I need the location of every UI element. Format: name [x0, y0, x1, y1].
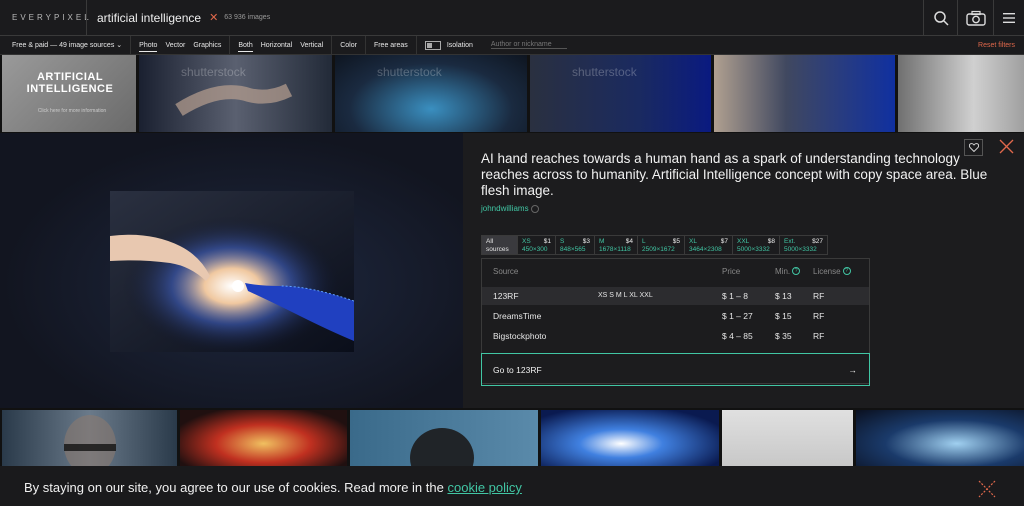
info-icon: [530, 204, 539, 213]
search-button[interactable]: [923, 0, 957, 36]
result-thumbnail[interactable]: shutterstock: [335, 55, 527, 132]
image-detail-panel: AI hand reaches towards a human hand as …: [0, 133, 1024, 408]
size-tab-xs[interactable]: XS $1 450×300: [518, 235, 556, 255]
cookie-banner: By staying on our site, you agree to our…: [0, 466, 1024, 506]
size-tab-xl[interactable]: XL $7 3464×2308: [685, 235, 733, 255]
image-title: AI hand reaches towards a human hand as …: [481, 151, 988, 198]
results-row-bottom: [0, 410, 1024, 466]
help-icon[interactable]: ?: [792, 267, 801, 275]
close-icon: [978, 480, 996, 498]
camera-icon: [965, 10, 986, 26]
results-row-top: ARTIFICIAL INTELLIGENCE Click here for m…: [0, 55, 1024, 132]
logo[interactable]: EVERYPIXEL: [0, 13, 89, 22]
orientation-horizontal[interactable]: Horizontal: [261, 42, 293, 49]
type-graphics[interactable]: Graphics: [193, 42, 221, 49]
table-row[interactable]: Bigstockphoto $ 4 – 85 $ 35 RF: [482, 327, 869, 345]
menu-button[interactable]: [993, 0, 1024, 36]
size-tabs: All sources XS $1 450×300 S $3 848×565 M $4…: [481, 235, 828, 255]
isolation-toggle[interactable]: [424, 40, 441, 50]
clear-search-icon[interactable]: ✕: [209, 11, 218, 24]
type-vector[interactable]: Vector: [165, 42, 185, 49]
result-thumbnail[interactable]: [2, 410, 177, 466]
result-thumbnail[interactable]: [722, 410, 853, 466]
search-query[interactable]: artificial intelligence: [97, 11, 201, 25]
table-row[interactable]: DreamsTime $ 1 – 27 $ 15 RF: [482, 307, 869, 325]
table-header: Source Price Min.? License?: [482, 259, 869, 285]
size-tab-ext[interactable]: Ext. $27 5000×3332: [780, 235, 828, 255]
hamburger-icon: [1003, 12, 1015, 23]
orientation-vertical[interactable]: Vertical: [300, 42, 323, 49]
table-row[interactable]: 123RF XS S M L XL XXL $ 1 – 8 $ 13 RF: [482, 287, 869, 305]
search-icon: [933, 10, 949, 26]
size-tab-all[interactable]: All sources: [481, 235, 518, 255]
filter-bar: Free & paid — 49 image sources ⌄ Photo V…: [0, 35, 1024, 55]
orientation-both[interactable]: Both: [238, 42, 254, 52]
source-filter[interactable]: Free & paid — 49 image sources ⌄: [12, 41, 122, 49]
close-detail-button[interactable]: [999, 139, 1014, 159]
cookie-message: By staying on our site, you agree to our…: [24, 480, 522, 495]
size-tab-l[interactable]: L $5 2509×1672: [638, 235, 685, 255]
size-tab-xxl[interactable]: XXL $8 5000×3332: [733, 235, 780, 255]
result-thumbnail[interactable]: shutterstock: [530, 55, 711, 132]
search-box[interactable]: artificial intelligence ✕ 63 936 images: [87, 11, 923, 25]
cookie-policy-link[interactable]: cookie policy: [447, 480, 521, 495]
camera-search-button[interactable]: [957, 0, 993, 36]
author-link[interactable]: johndwilliams: [481, 204, 539, 213]
result-thumbnail[interactable]: [856, 410, 1024, 466]
arrow-right-icon: →: [848, 364, 858, 375]
result-thumbnail[interactable]: [714, 55, 895, 132]
result-thumbnail[interactable]: [541, 410, 719, 466]
result-count: 63 936 images: [224, 14, 271, 21]
result-thumbnail[interactable]: [180, 410, 347, 466]
cookie-close-button[interactable]: [978, 480, 996, 503]
preview-image[interactable]: [110, 191, 354, 352]
result-thumbnail[interactable]: [350, 410, 538, 466]
reset-filters-link[interactable]: Reset filters: [978, 42, 1015, 49]
favorite-button[interactable]: [964, 139, 983, 156]
result-thumbnail[interactable]: shutterstock: [139, 55, 332, 132]
close-icon: [999, 139, 1014, 154]
result-thumbnail[interactable]: [898, 55, 1024, 132]
chevron-down-icon: ⌄: [116, 42, 123, 49]
result-thumbnail[interactable]: ARTIFICIAL INTELLIGENCE Click here for m…: [2, 55, 136, 132]
isolation-label: Isolation: [446, 41, 473, 49]
size-tab-s[interactable]: S $3 848×565: [556, 235, 595, 255]
color-filter[interactable]: Color: [340, 42, 357, 49]
free-areas-filter[interactable]: Free areas: [374, 42, 408, 49]
type-photo[interactable]: Photo: [139, 42, 158, 52]
help-icon[interactable]: ?: [842, 267, 851, 275]
heart-icon: [968, 143, 979, 152]
size-tab-m[interactable]: M $4 1678×1118: [595, 235, 638, 255]
author-input[interactable]: Author or nickname: [490, 41, 567, 49]
top-header: EVERYPIXEL artificial intelligence ✕ 63 …: [0, 0, 1024, 36]
goto-source-button[interactable]: Go to 123RF →: [481, 353, 870, 386]
